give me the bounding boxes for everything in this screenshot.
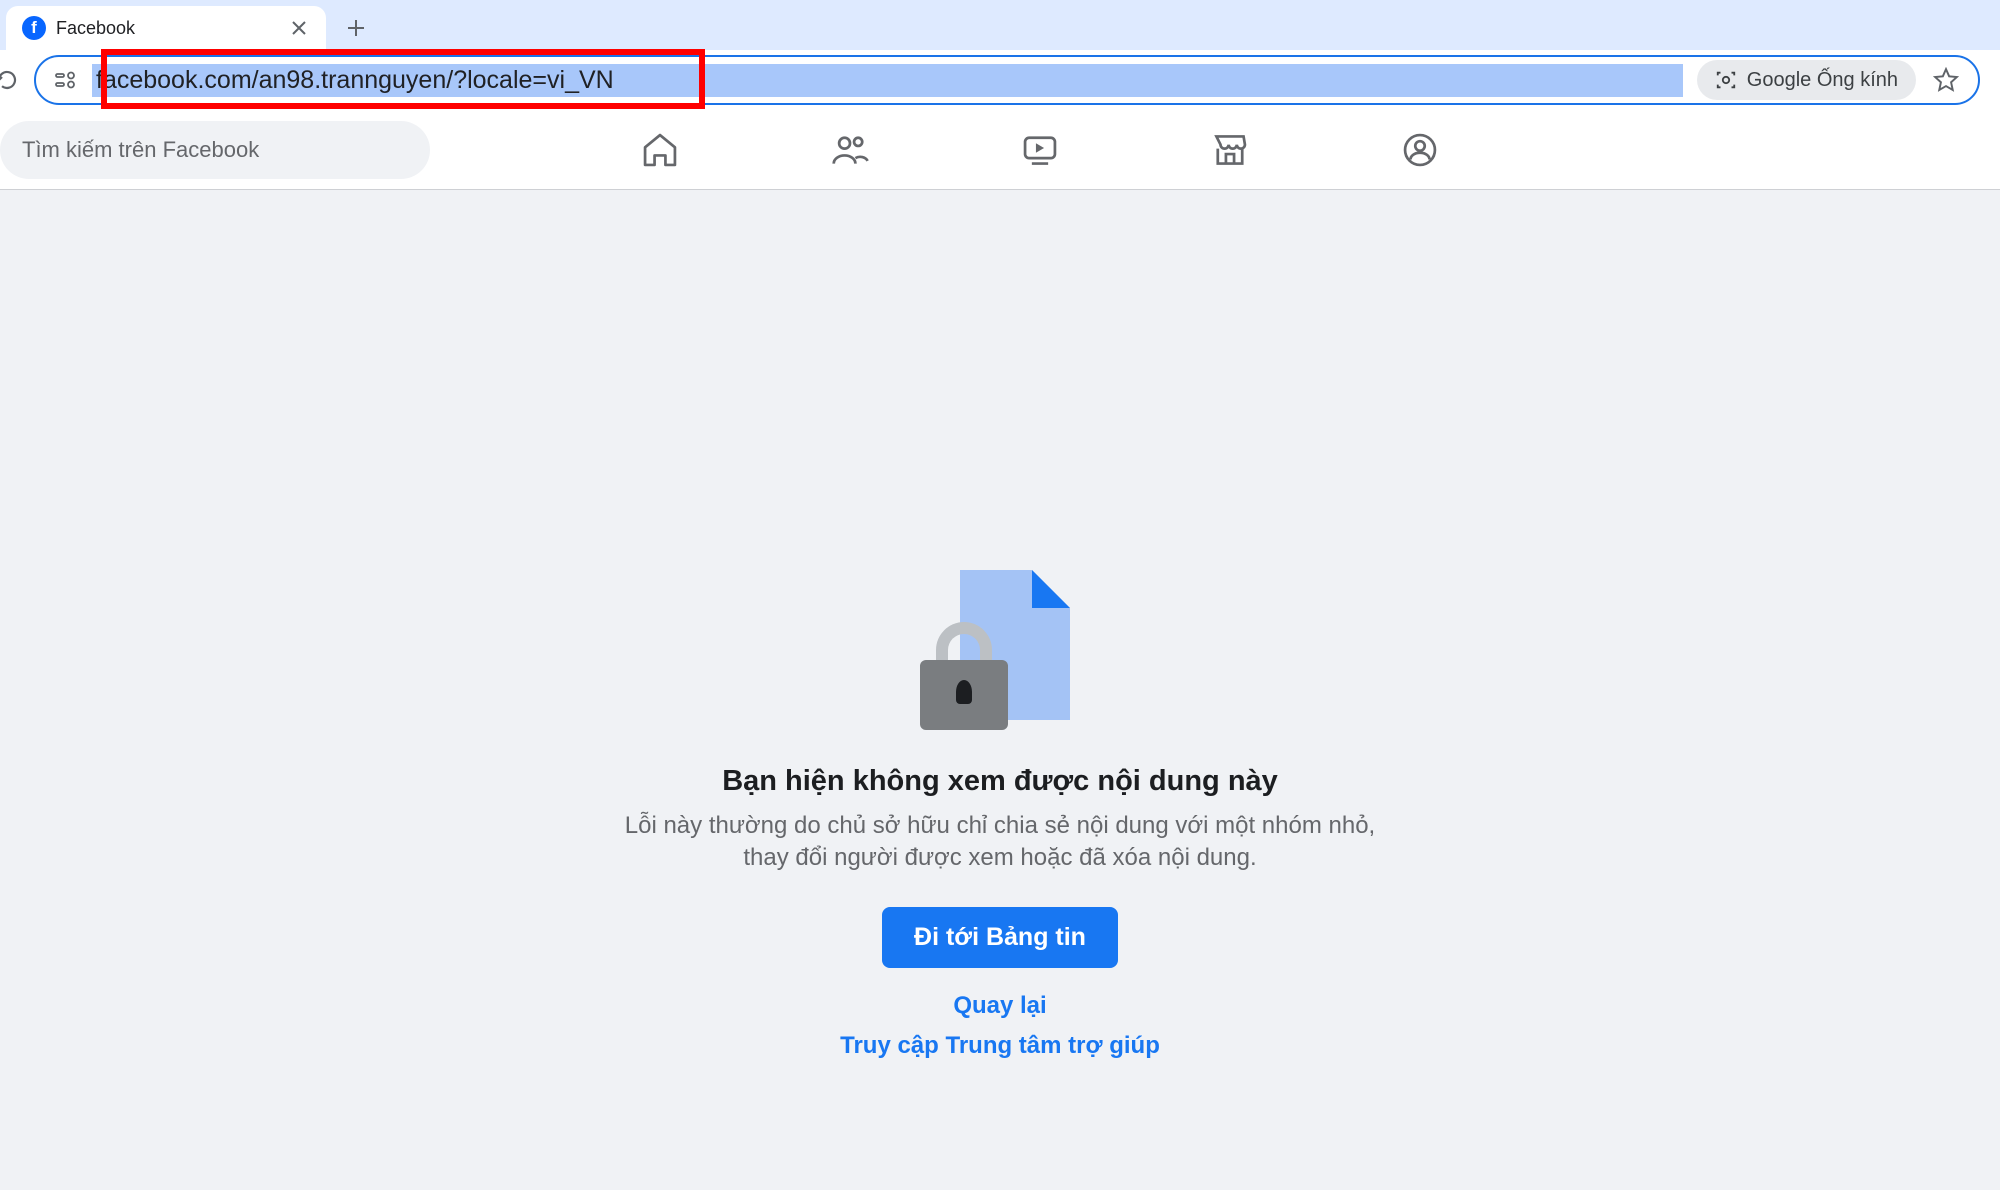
facebook-search-input[interactable]: Tìm kiếm trên Facebook <box>0 121 430 179</box>
video-nav-icon[interactable] <box>1020 130 1060 170</box>
marketplace-nav-icon[interactable] <box>1210 130 1250 170</box>
tab-title: Facebook <box>56 18 278 39</box>
content-area: Bạn hiện không xem được nội dung này Lỗi… <box>0 190 2000 1190</box>
new-tab-button[interactable] <box>336 8 376 48</box>
go-to-newsfeed-button[interactable]: Đi tới Bảng tin <box>882 907 1118 968</box>
facebook-favicon-icon: f <box>22 16 46 40</box>
locked-content-icon <box>920 570 1080 730</box>
home-nav-icon[interactable] <box>640 130 680 170</box>
help-center-link[interactable]: Truy cập Trung tâm trợ giúp <box>840 1032 1160 1060</box>
browser-tab-bar: f Facebook <box>0 0 2000 50</box>
google-lens-chip[interactable]: Google Ống kính <box>1697 60 1916 100</box>
address-bar-container: facebook.com/an98.trannguyen/?locale=vi_… <box>0 50 2000 110</box>
go-back-link[interactable]: Quay lại <box>953 992 1046 1020</box>
lens-label: Google Ống kính <box>1747 69 1898 92</box>
browser-tab[interactable]: f Facebook <box>6 6 326 50</box>
site-info-icon[interactable] <box>52 67 78 93</box>
facebook-nav <box>430 130 2000 170</box>
reload-icon[interactable] <box>0 65 22 95</box>
bookmark-star-icon[interactable] <box>1930 64 1962 96</box>
lens-icon <box>1715 69 1737 91</box>
address-bar[interactable]: facebook.com/an98.trannguyen/?locale=vi_… <box>34 55 1980 105</box>
search-placeholder: Tìm kiếm trên Facebook <box>22 137 259 163</box>
close-tab-icon[interactable] <box>288 17 310 39</box>
error-description: Lỗi này thường do chủ sở hữu chỉ chia sẻ… <box>600 810 1400 875</box>
facebook-header: Tìm kiếm trên Facebook <box>0 110 2000 190</box>
error-heading: Bạn hiện không xem được nội dung này <box>722 765 1278 798</box>
friends-nav-icon[interactable] <box>830 130 870 170</box>
url-text[interactable]: facebook.com/an98.trannguyen/?locale=vi_… <box>92 64 1683 97</box>
groups-nav-icon[interactable] <box>1400 130 1440 170</box>
